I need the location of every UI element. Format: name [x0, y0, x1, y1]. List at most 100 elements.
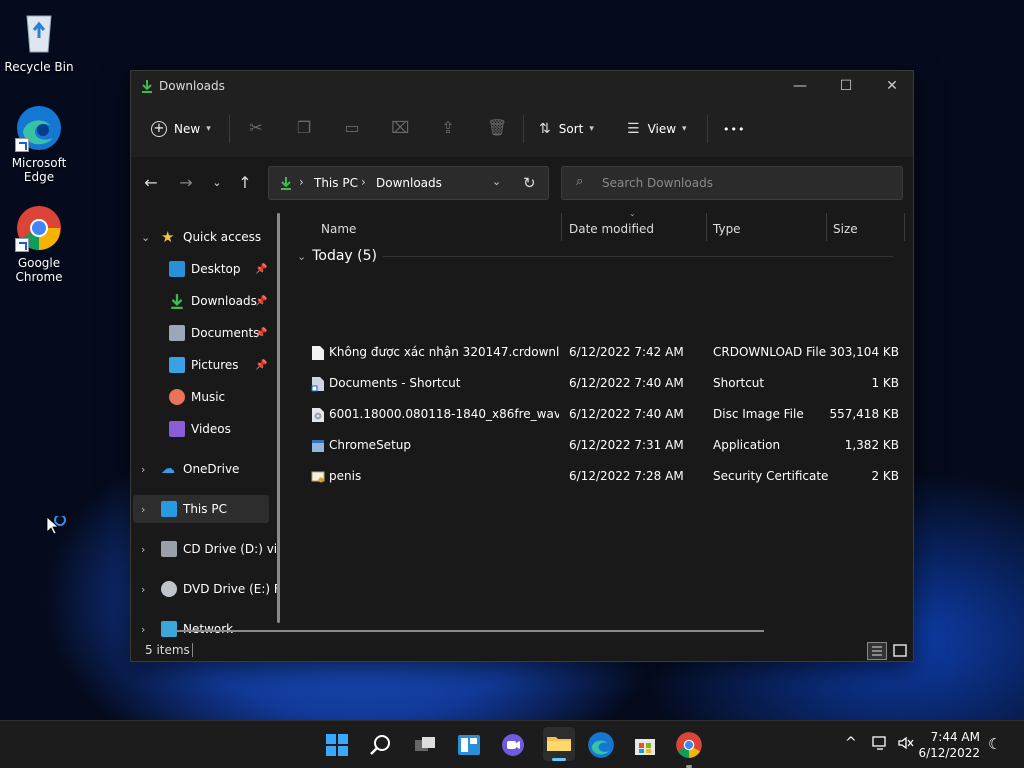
column-header-name[interactable]: Name — [321, 215, 356, 243]
view-button[interactable]: ☰ View ▾ — [627, 115, 687, 143]
toolbar-divider — [229, 115, 230, 143]
chevron-down-icon: ⌄ — [141, 230, 151, 244]
file-list-horizontal-scrollbar[interactable] — [176, 630, 764, 632]
volume-muted-icon[interactable] — [897, 735, 915, 751]
search-icon: ⌕ — [576, 174, 584, 189]
focus-assist-moon-icon[interactable]: ☾ — [988, 735, 1001, 753]
pin-icon[interactable]: 📌 — [255, 264, 267, 275]
chrome-taskbar-icon[interactable] — [675, 731, 703, 768]
recent-locations-chevron-icon[interactable]: ⌄ — [205, 171, 229, 195]
table-row[interactable]: Documents - Shortcut 6/12/2022 7:40 AM S… — [289, 369, 913, 399]
new-button[interactable]: + New ▾ — [151, 115, 211, 143]
column-divider[interactable] — [826, 213, 827, 241]
more-options-button[interactable]: ••• — [723, 115, 745, 143]
nav-item-label: Videos — [191, 422, 231, 436]
maximize-button[interactable]: ☐ — [823, 71, 869, 101]
nav-item-label: DVD Drive (E:) FR — [183, 582, 277, 596]
minimize-button[interactable]: — — [777, 71, 823, 101]
close-button[interactable]: ✕ — [869, 71, 915, 101]
dvd-disc-icon — [161, 581, 177, 597]
share-icon[interactable]: ⇪ — [439, 119, 457, 137]
file-date: 6/12/2022 7:40 AM — [569, 376, 684, 390]
back-arrow-icon[interactable]: ← — [139, 171, 163, 195]
chat-icon[interactable] — [499, 731, 527, 759]
task-view-icon[interactable] — [411, 731, 439, 759]
store-icon[interactable] — [631, 731, 659, 759]
cloud-icon: ☁ — [161, 461, 175, 477]
desktop-icon-chrome[interactable]: Google Chrome — [4, 204, 74, 284]
nav-this-pc[interactable]: › This PC — [133, 495, 269, 523]
plus-circle-icon: + — [151, 121, 167, 137]
nav-quick-access[interactable]: ⌄ ★ Quick access — [131, 223, 277, 251]
group-header-today[interactable]: ⌄ Today (5) — [297, 245, 377, 267]
search-box[interactable]: ⌕ Search Downloads — [561, 166, 903, 200]
desktop-icon-label: Google Chrome — [15, 256, 63, 284]
system-clock[interactable]: 7:44 AM 6/12/2022 — [918, 729, 980, 761]
file-size: 557,418 KB — [829, 407, 899, 421]
nav-network[interactable]: › Network — [131, 615, 277, 643]
desktop-icon-edge[interactable]: Microsoft Edge — [4, 104, 74, 184]
desktop-icon-recycle-bin[interactable]: Recycle Bin — [4, 8, 74, 74]
pin-icon[interactable]: 📌 — [255, 360, 267, 371]
toolbar-divider — [707, 115, 708, 143]
refresh-icon[interactable]: ↻ — [523, 174, 536, 192]
tiles-view-icon[interactable] — [891, 642, 909, 660]
nav-onedrive[interactable]: › ☁ OneDrive — [131, 455, 277, 483]
column-header-size[interactable]: Size — [833, 215, 858, 243]
nav-item-desktop[interactable]: Desktop 📌 — [169, 255, 273, 283]
nav-item-pictures[interactable]: Pictures 📌 — [169, 351, 273, 379]
paste-icon[interactable]: ▭ — [343, 119, 361, 137]
title-bar[interactable]: Downloads — ☐ ✕ — [131, 71, 913, 101]
address-bar[interactable]: › This PC › Downloads ⌄ ↻ — [268, 166, 549, 200]
network-status-icon[interactable] — [871, 735, 889, 751]
breadcrumb-downloads[interactable]: Downloads — [376, 176, 442, 190]
delete-icon[interactable]: 🗑 — [487, 119, 507, 137]
table-row[interactable]: penis 6/12/2022 7:28 AM Security Certifi… — [289, 462, 913, 492]
nav-cd-drive[interactable]: › CD Drive (D:) virt — [131, 535, 277, 563]
nav-item-downloads[interactable]: Downloads 📌 — [169, 287, 273, 315]
column-divider[interactable] — [561, 213, 562, 241]
file-date: 6/12/2022 7:40 AM — [569, 407, 684, 421]
column-divider[interactable] — [706, 213, 707, 241]
edge-icon — [15, 104, 63, 152]
rename-icon[interactable]: ⌧ — [391, 119, 409, 137]
file-explorer-taskbar-icon[interactable] — [543, 727, 575, 761]
chevron-down-icon: ▾ — [589, 124, 594, 134]
sort-button-label: Sort — [558, 122, 584, 136]
table-row[interactable]: Không được xác nhận 320147.crdownload 6/… — [289, 338, 913, 368]
nav-item-label: CD Drive (D:) virt — [183, 542, 277, 556]
nav-scrollbar[interactable] — [277, 213, 280, 623]
pin-icon[interactable]: 📌 — [255, 296, 267, 307]
copy-icon[interactable]: ❐ — [295, 119, 313, 137]
forward-arrow-icon[interactable]: → — [174, 171, 198, 195]
file-size: 303,104 KB — [829, 345, 899, 359]
column-divider[interactable] — [904, 213, 905, 241]
widgets-icon[interactable] — [455, 731, 483, 759]
edge-taskbar-icon[interactable] — [587, 731, 615, 759]
nav-dvd-drive[interactable]: › DVD Drive (E:) FR — [131, 575, 277, 603]
file-type: Application — [713, 438, 781, 452]
file-size: 2 KB — [871, 469, 899, 483]
address-dropdown-chevron-icon[interactable]: ⌄ — [492, 175, 501, 188]
up-arrow-icon[interactable]: ↑ — [233, 171, 257, 195]
details-view-icon[interactable] — [867, 642, 887, 660]
sort-button[interactable]: ⇅ Sort ▾ — [539, 115, 594, 143]
table-row[interactable]: 6001.18000.080118-1840_x86fre_wave1_Se..… — [289, 400, 913, 430]
group-header-label: Today (5) — [312, 248, 377, 264]
file-type: Security Certificate — [713, 469, 829, 483]
cut-icon[interactable]: ✂ — [247, 119, 265, 137]
search-icon[interactable] — [367, 731, 395, 759]
search-input-placeholder: Search Downloads — [602, 176, 713, 190]
column-header-type[interactable]: Type — [713, 215, 741, 243]
nav-item-music[interactable]: Music — [169, 383, 273, 411]
show-hidden-icons-chevron-icon[interactable]: ^ — [845, 735, 857, 751]
item-count: 5 items — [145, 643, 190, 657]
pin-icon[interactable]: 📌 — [255, 328, 267, 339]
nav-item-documents[interactable]: Documents 📌 — [169, 319, 273, 347]
start-windows-icon[interactable] — [323, 731, 351, 759]
file-name: penis — [329, 469, 362, 483]
table-row[interactable]: ChromeSetup 6/12/2022 7:31 AM Applicatio… — [289, 431, 913, 461]
breadcrumb-this-pc[interactable]: This PC — [314, 176, 358, 190]
nav-item-videos[interactable]: Videos — [169, 415, 273, 443]
column-header-date-modified[interactable]: Date modified — [569, 215, 654, 243]
